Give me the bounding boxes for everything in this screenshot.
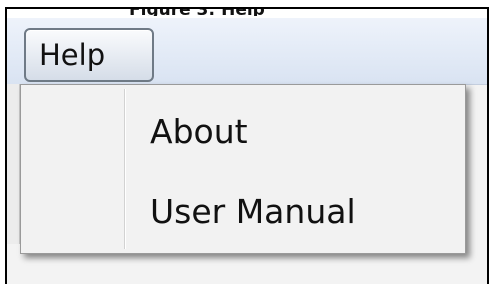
menu-item-about[interactable]: About [25,99,461,165]
help-menu-button[interactable]: Help [24,28,154,82]
window-left-edge [7,84,20,244]
help-dropdown-menu: About User Manual [20,84,466,254]
menu-bar: Help [7,18,487,85]
application-window: Figure 3: Help Help About User Manual [5,7,489,284]
caption-text: Figure 3: Help [129,9,369,16]
caption-strip: Figure 3: Help [7,9,487,18]
menu-item-user-manual[interactable]: User Manual [25,179,461,245]
cropped-caption: Figure 3: Help [129,9,369,16]
